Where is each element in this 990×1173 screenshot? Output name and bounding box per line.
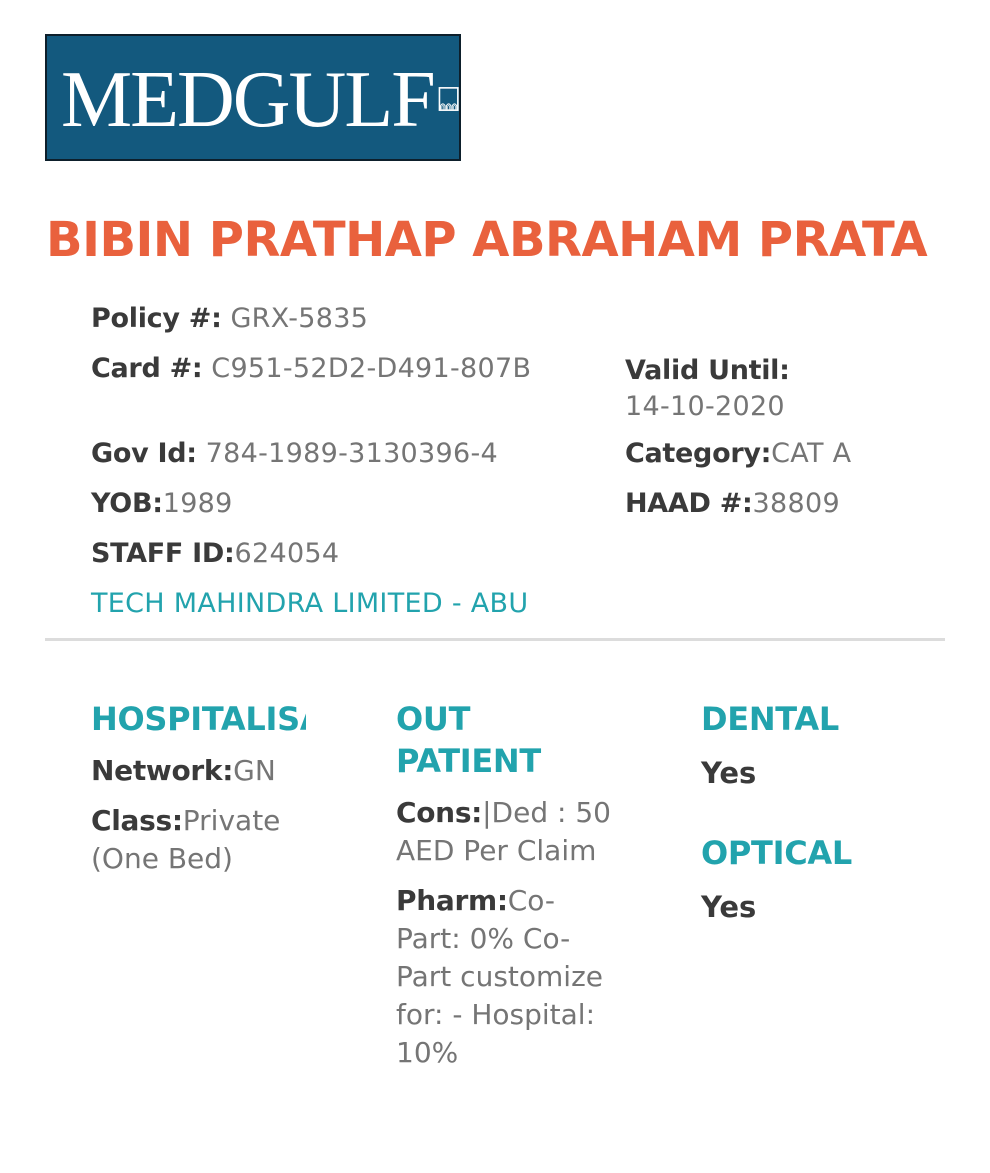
policy-number: Policy #: GRX-5835	[91, 303, 368, 334]
network-label: Network:	[91, 754, 234, 787]
card-number: Card #: C951-52D2-D491-807B	[91, 353, 531, 384]
class-label: Class:	[91, 804, 183, 837]
yob: YOB:1989	[91, 488, 233, 519]
gov-id: Gov Id: 784-1989-3130396-4	[91, 438, 498, 469]
valid-until-value: 14-10-2020	[625, 391, 785, 422]
dental-value: Yes	[701, 756, 757, 790]
network-line: Network:GN	[91, 752, 306, 790]
card-label: Card #:	[91, 353, 203, 384]
category-label: Category:	[625, 438, 772, 469]
optical-value: Yes	[701, 890, 757, 924]
card-value: C951-52D2-D491-807B	[202, 353, 532, 384]
staff-id-value: 624054	[234, 538, 340, 569]
yob-value: 1989	[162, 488, 233, 519]
dental-title: DENTAL	[701, 700, 839, 738]
consultation-line: Cons:|Ded : 50 AED Per Claim	[396, 794, 618, 870]
section-divider	[45, 638, 945, 641]
policy-label: Policy #:	[91, 303, 222, 334]
medgulf-logo: MEDGULF	[45, 34, 461, 161]
hospitalisation-section: HOSPITALISA Network:GN Class:Private (On…	[91, 698, 306, 878]
outpatient-title: OUT PATIENT	[396, 700, 541, 780]
category-value: CAT A	[771, 438, 852, 469]
pharm-label: Pharm:	[396, 884, 508, 917]
pharmacy-line: Pharm:Co-Part: 0% Co-Part customize for:…	[396, 882, 618, 1072]
hospitalisation-title: HOSPITALISA	[91, 700, 306, 738]
staff-id-label: STAFF ID:	[91, 538, 235, 569]
gov-id-value: 784-1989-3130396-4	[196, 438, 498, 469]
policy-value: GRX-5835	[221, 303, 369, 334]
logo-text: MEDGULF	[61, 55, 436, 144]
valid-until: Valid Until: 14-10-2020	[625, 353, 790, 425]
gov-id-label: Gov Id:	[91, 438, 197, 469]
optical-title: OPTICAL	[701, 834, 852, 872]
yob-label: YOB:	[91, 488, 163, 519]
cons-label: Cons:	[396, 796, 483, 829]
haad-value: 38809	[752, 488, 840, 519]
valid-until-label: Valid Until:	[625, 355, 790, 386]
insurance-card: MEDGULF BIBIN PRATHAP ABRAHAM PRATA Poli…	[0, 0, 990, 1173]
haad-number: HAAD #:38809	[625, 488, 840, 519]
class-line: Class:Private (One Bed)	[91, 802, 306, 878]
outpatient-section: OUT PATIENT Cons:|Ded : 50 AED Per Claim…	[396, 698, 618, 1072]
employer-name: TECH MAHINDRA LIMITED - ABU	[91, 588, 529, 619]
dental-optical-section: DENTAL Yes OPTICAL Yes	[701, 698, 941, 926]
network-value: GN	[233, 754, 276, 787]
category: Category:CAT A	[625, 438, 851, 469]
haad-label: HAAD #:	[625, 488, 753, 519]
member-name: BIBIN PRATHAP ABRAHAM PRATA	[46, 212, 928, 268]
arches-icon	[438, 86, 459, 111]
staff-id: STAFF ID:624054	[91, 538, 339, 569]
